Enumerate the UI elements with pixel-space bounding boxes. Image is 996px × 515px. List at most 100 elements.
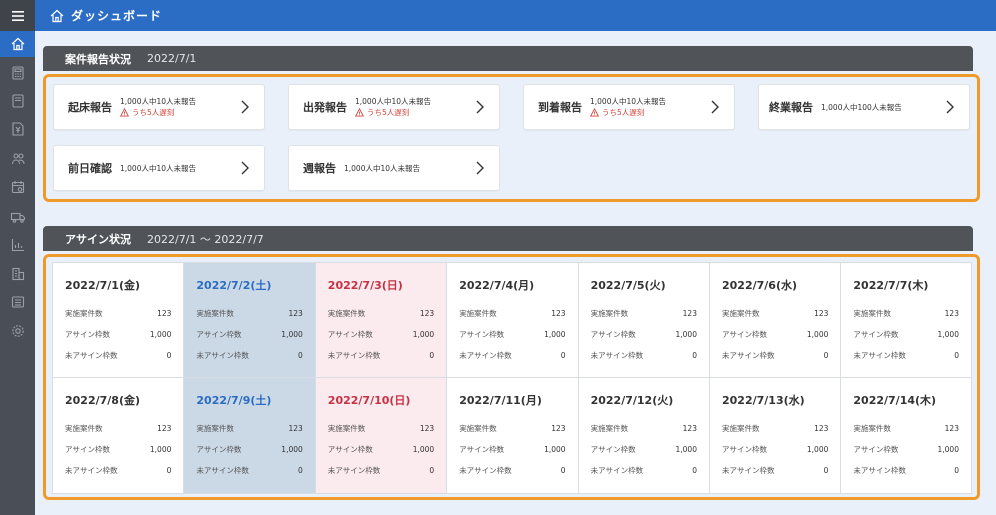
assign-cases-row: 実施案件数 123	[328, 303, 434, 324]
assign-row-value: 1,000	[937, 330, 959, 339]
report-card-closing[interactable]: 終業報告 1,000人中100人未報告	[758, 84, 970, 130]
assign-cases-row: 実施案件数 123	[591, 418, 697, 439]
report-card-status: 1,000人中100人未報告	[821, 102, 902, 112]
assign-unassigned-row: 未アサイン枠数 0	[196, 345, 302, 366]
chevron-right-icon	[711, 100, 719, 114]
assign-slots-row: アサイン枠数 1,000	[65, 439, 171, 460]
report-card-name: 週報告	[303, 162, 336, 175]
assign-row-value: 123	[551, 309, 566, 318]
assign-day-cell[interactable]: 2022/7/5(火) 実施案件数 123 アサイン枠数 1,000 未アサイン枠数 0	[578, 263, 710, 378]
assign-day-cell[interactable]: 2022/7/1(金) 実施案件数 123 アサイン枠数 1,000 未アサイン枠数 0	[53, 263, 185, 378]
top-header: ダッシュボード	[35, 0, 996, 31]
assign-row-value: 123	[814, 424, 829, 433]
report-card-status: 1,000人中10人未報告	[590, 97, 667, 106]
assign-slots-row: アサイン枠数 1,000	[196, 324, 302, 345]
assign-row-value: 1,000	[544, 330, 566, 339]
assign-row-label: 実施案件数	[196, 424, 234, 433]
truck-icon[interactable]	[0, 204, 35, 230]
assign-row-value: 0	[560, 351, 566, 360]
sidebar	[0, 0, 35, 515]
assign-row-value: 0	[692, 466, 697, 475]
assign-cases-row: 実施案件数 123	[65, 303, 171, 324]
assign-row-value: 0	[560, 466, 566, 475]
report-section-header: 案件報告状況 2022/7/1	[43, 46, 973, 71]
assign-unassigned-row: 未アサイン枠数 0	[65, 460, 171, 481]
assign-row-value: 123	[419, 424, 435, 433]
assign-row-label: 実施案件数	[65, 309, 103, 318]
assign-cases-row: 実施案件数 123	[853, 418, 959, 439]
assign-cases-row: 実施案件数 123	[65, 418, 171, 439]
assign-row-label: 実施案件数	[590, 309, 629, 318]
assign-row-label: 実施案件数	[459, 309, 497, 318]
assign-day-cell[interactable]: 2022/7/3(日) 実施案件数 123 アサイン枠数 1,000 未アサイン枠数 0	[315, 263, 448, 378]
assign-row-label: アサイン枠数	[853, 330, 899, 339]
assign-row-value: 123	[944, 309, 959, 318]
assign-unassigned-row: 未アサイン枠数 0	[853, 345, 959, 366]
report-card-arrival[interactable]: 到着報告 1,000人中10人未報告 うち5人遅刻	[523, 84, 735, 130]
calendar-icon[interactable]	[0, 174, 35, 200]
assign-row-label: 実施案件数	[853, 309, 891, 318]
assign-day-cell[interactable]: 2022/7/13(水) 実施案件数 123 アサイン枠数 1,000 未アサイン枠数 0	[710, 378, 842, 493]
assign-day-cell[interactable]: 2022/7/6(水) 実施案件数 123 アサイン枠数 1,000 未アサイン枠数 0	[710, 263, 842, 378]
assign-day-cell[interactable]: 2022/7/14(木) 実施案件数 123 アサイン枠数 1,000 未アサイン枠数 0	[841, 378, 971, 493]
assign-cases-row: 実施案件数 123	[459, 418, 565, 439]
assign-day-date: 2022/7/14(木)	[853, 394, 937, 407]
calculator-icon[interactable]	[0, 60, 35, 86]
assign-day-cell[interactable]: 2022/7/2(土) 実施案件数 123 アサイン枠数 1,000 未アサイン枠数 0	[184, 263, 316, 378]
assign-row-value: 0	[692, 351, 697, 360]
assign-row-value: 1,000	[281, 445, 303, 454]
menu-icon[interactable]	[0, 0, 35, 31]
document-icon[interactable]	[0, 88, 35, 114]
assign-row-label: 未アサイン枠数	[65, 351, 118, 360]
assign-row-label: 未アサイン枠数	[722, 466, 775, 475]
home-icon[interactable]	[0, 31, 35, 57]
report-card-warning: うち5人遅刻	[355, 107, 431, 118]
yen-file-icon[interactable]	[0, 116, 35, 142]
assign-day-cell[interactable]: 2022/7/8(金) 実施案件数 123 アサイン枠数 1,000 未アサイン枠数 0	[53, 378, 185, 493]
report-card-name: 出発報告	[303, 101, 347, 114]
bar-chart-icon[interactable]	[0, 232, 35, 258]
assign-day-cell[interactable]: 2022/7/4(月) 実施案件数 123 アサイン枠数 1,000 未アサイン枠数 0	[447, 263, 579, 378]
list-icon[interactable]	[0, 289, 35, 315]
chevron-right-icon	[241, 100, 249, 114]
report-card-wakeup[interactable]: 起床報告 1,000人中10人未報告 うち5人遅刻	[53, 84, 265, 130]
assign-row-value: 123	[157, 424, 172, 433]
assign-row-label: 未アサイン枠数	[65, 466, 118, 475]
assign-day-cell[interactable]: 2022/7/7(木) 実施案件数 123 アサイン枠数 1,000 未アサイン枠数 0	[841, 263, 971, 378]
report-card-status: 1,000人中10人未報告	[120, 163, 197, 173]
assign-row-value: 0	[954, 466, 959, 475]
chevron-right-icon	[476, 161, 484, 175]
gear-icon[interactable]	[0, 318, 35, 344]
assign-slots-row: アサイン枠数 1,000	[853, 324, 959, 345]
assign-cases-row: 実施案件数 123	[591, 303, 697, 324]
assign-day-date: 2022/7/13(水)	[722, 394, 805, 407]
report-card-weekly[interactable]: 週報告 1,000人中10人未報告	[288, 145, 500, 191]
report-card-status: 1,000人中10人未報告	[344, 163, 421, 173]
assign-row-label: 未アサイン枠数	[459, 466, 512, 475]
assign-slots-row: アサイン枠数 1,000	[459, 439, 565, 460]
assign-cases-row: 実施案件数 123	[459, 303, 565, 324]
assign-row-value: 0	[166, 351, 172, 360]
assign-row-value: 0	[166, 466, 172, 475]
assign-row-value: 123	[944, 424, 959, 433]
assign-day-cell[interactable]: 2022/7/10(日) 実施案件数 123 アサイン枠数 1,000 未アサイン枠数 0	[315, 378, 448, 493]
assign-unassigned-row: 未アサイン枠数 0	[328, 460, 434, 481]
assign-day-cell[interactable]: 2022/7/9(土) 実施案件数 123 アサイン枠数 1,000 未アサイン枠数 0	[184, 378, 316, 493]
assign-row-label: アサイン枠数	[65, 445, 110, 454]
assign-row-label: 実施案件数	[722, 309, 760, 318]
assign-row-value: 0	[823, 351, 829, 360]
assign-day-cell[interactable]: 2022/7/11(月) 実施案件数 123 アサイン枠数 1,000 未アサイン枠数 0	[447, 378, 579, 493]
assign-row-label: アサイン枠数	[196, 330, 242, 339]
assign-day-cell[interactable]: 2022/7/12(火) 実施案件数 123 アサイン枠数 1,000 未アサイン枠数 0	[578, 378, 710, 493]
assign-slots-row: アサイン枠数 1,000	[328, 439, 434, 460]
assign-row-value: 0	[429, 466, 435, 475]
report-card-departure[interactable]: 出発報告 1,000人中10人未報告 うち5人遅刻	[288, 84, 500, 130]
assign-row-value: 1,000	[281, 330, 303, 339]
assign-row-value: 1,000	[544, 445, 566, 454]
building-icon[interactable]	[0, 261, 35, 287]
assign-day-date: 2022/7/11(月)	[459, 394, 542, 407]
people-icon[interactable]	[0, 146, 35, 172]
assign-slots-row: アサイン枠数 1,000	[722, 324, 828, 345]
assign-row-label: 未アサイン枠数	[459, 351, 512, 360]
report-card-prev-day-check[interactable]: 前日確認 1,000人中10人未報告	[53, 145, 265, 191]
